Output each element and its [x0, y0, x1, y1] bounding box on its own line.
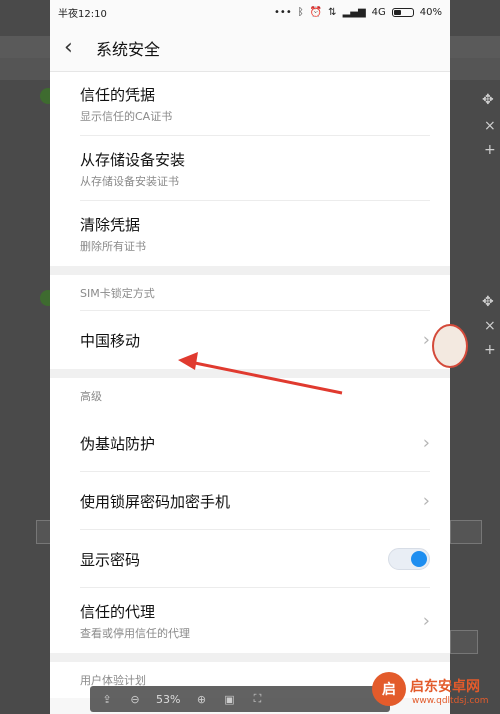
item-subtitle: 从存储设备安装证书 — [80, 174, 179, 188]
section-header-label: SIM卡锁定方式 — [80, 287, 155, 300]
back-icon[interactable]: ‹ — [64, 36, 86, 59]
section-gap — [50, 369, 450, 378]
status-time: 半夜12:10 — [58, 8, 107, 20]
floating-assistant-icon[interactable] — [432, 324, 468, 368]
page-title: 系统安全 — [96, 39, 161, 59]
chevron-right-icon: › — [422, 329, 430, 351]
plus-icon: + — [484, 142, 496, 158]
share-icon[interactable]: ⇪ — [100, 693, 114, 706]
zoom-out-icon[interactable]: ⊖ — [128, 693, 142, 706]
battery-icon — [391, 7, 414, 17]
item-title: 信任的凭据 — [80, 86, 156, 104]
item-title: 使用锁屏密码加密手机 — [80, 492, 231, 511]
watermark-title: 启东安卓网 — [410, 679, 480, 695]
image-viewer-toolbar: ⇪ ⊖ 53% ⊕ ▣ ⛶ — [90, 686, 390, 712]
section-header-label: 高级 — [80, 390, 102, 403]
close-icon: × — [484, 118, 496, 134]
more-icon: ••• — [274, 6, 292, 18]
section-gap — [50, 266, 450, 275]
network-label: 4G — [371, 6, 386, 18]
item-title: 伪基站防护 — [80, 434, 156, 453]
list-item-encrypt-phone[interactable]: 使用锁屏密码加密手机 › — [50, 472, 450, 530]
section-header-advanced: 高级 — [50, 378, 450, 414]
chevron-right-icon: › — [422, 490, 430, 512]
data-icon: ⇅ — [328, 6, 337, 18]
show-password-toggle[interactable] — [388, 548, 430, 570]
item-title: 清除凭据 — [80, 215, 141, 234]
watermark-logo-icon: 启 — [372, 672, 406, 706]
status-icons: ••• ᛒ ⏰ ⇅ ▂▄▆ 4G 40% — [274, 7, 442, 18]
status-bar: 半夜12:10 ••• ᛒ ⏰ ⇅ ▂▄▆ 4G 40% — [50, 0, 450, 24]
item-title: 中国移动 — [80, 331, 141, 350]
item-title: 从存储设备安装 — [80, 150, 186, 169]
list-item-trusted-credentials[interactable]: 信任的凭据 显示信任的CA证书 — [50, 72, 450, 136]
battery-level — [393, 9, 401, 15]
item-subtitle: 删除所有证书 — [80, 239, 146, 253]
battery-percent: 40% — [419, 6, 442, 18]
list-item-trust-agents[interactable]: 信任的代理 查看或停用信任的代理 › — [50, 588, 450, 653]
zoom-level: 53% — [156, 692, 181, 706]
plus-icon: + — [484, 342, 496, 358]
move-icon: ✥ — [482, 92, 494, 108]
settings-list: 信任的凭据 显示信任的CA证书 从存储设备安装 从存储设备安装证书 清除凭据 删… — [50, 72, 450, 698]
list-item-fake-base-station[interactable]: 伪基站防护 › — [50, 414, 450, 472]
item-subtitle: 显示信任的CA证书 — [80, 110, 173, 123]
phone-screen: 半夜12:10 ••• ᛒ ⏰ ⇅ ▂▄▆ 4G 40% ‹ 系统安全 信任的凭… — [50, 0, 450, 714]
actual-size-icon[interactable]: ▣ — [222, 693, 236, 706]
list-item-install-from-storage[interactable]: 从存储设备安装 从存储设备安装证书 — [50, 136, 450, 201]
item-subtitle: 查看或停用信任的代理 — [80, 626, 190, 640]
toggle-knob — [411, 551, 427, 567]
list-item-sim-carrier[interactable]: 中国移动 › — [50, 311, 450, 369]
zoom-in-icon[interactable]: ⊕ — [194, 693, 208, 706]
bluetooth-icon: ᛒ — [297, 6, 304, 18]
item-title: 信任的代理 — [80, 602, 156, 621]
alarm-icon: ⏰ — [309, 6, 323, 18]
list-item-clear-credentials[interactable]: 清除凭据 删除所有证书 — [50, 201, 450, 266]
signal-icon: ▂▄▆ — [342, 6, 366, 18]
backdrop-field — [450, 630, 478, 654]
close-icon: × — [484, 318, 496, 334]
list-item-show-password[interactable]: 显示密码 — [50, 530, 450, 588]
section-gap — [50, 653, 450, 662]
chevron-right-icon: › — [422, 432, 430, 454]
watermark-url: www.qdltdsj.com — [412, 696, 489, 706]
title-bar: ‹ 系统安全 — [50, 24, 450, 72]
section-header-sim-lock: SIM卡锁定方式 — [50, 275, 450, 311]
backdrop-field — [450, 520, 482, 544]
chevron-right-icon: › — [422, 610, 430, 631]
fit-screen-icon[interactable]: ⛶ — [250, 692, 264, 706]
move-icon: ✥ — [482, 294, 494, 310]
